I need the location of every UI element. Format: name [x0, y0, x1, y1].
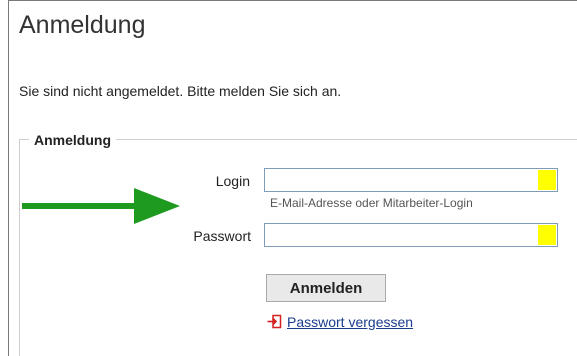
arrow-head: [134, 188, 180, 224]
login-label: Login: [215, 173, 250, 189]
forgot-password-link[interactable]: Passwort vergessen: [287, 314, 413, 330]
forgot-password-row: Passwort vergessen: [267, 313, 413, 332]
login-submit-button[interactable]: Anmelden: [266, 274, 386, 302]
page-title: Anmeldung: [19, 11, 146, 39]
frame-border-top: [8, 0, 577, 1]
password-input[interactable]: [264, 223, 558, 247]
login-arrow-icon[interactable]: [267, 314, 282, 329]
login-hint: E-Mail-Adresse oder Mitarbeiter-Login: [270, 196, 473, 210]
arrow-shaft: [22, 203, 140, 209]
arrow-right-icon: [22, 188, 180, 224]
login-input[interactable]: [264, 168, 558, 192]
autofill-icon: [538, 225, 556, 245]
autofill-icon: [538, 170, 556, 190]
fieldset-legend: Anmeldung: [29, 131, 116, 149]
password-label: Passwort: [193, 228, 251, 244]
login-info-message: Sie sind nicht angemeldet. Bitte melden …: [19, 83, 342, 99]
login-page: Anmeldung Sie sind nicht angemeldet. Bit…: [0, 0, 577, 356]
frame-border-left: [8, 0, 9, 356]
